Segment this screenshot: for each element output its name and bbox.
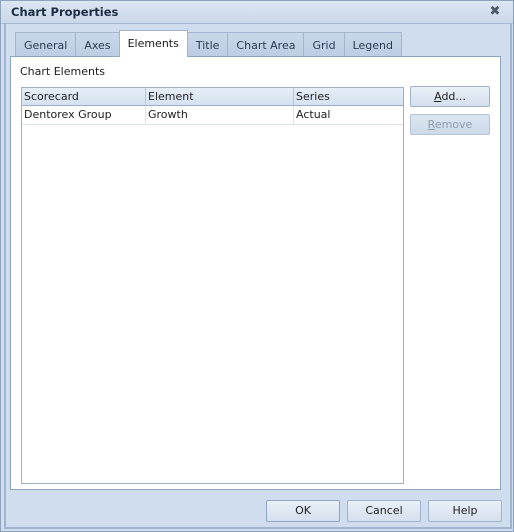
cell-element: Growth	[146, 106, 294, 124]
grid-header: Scorecard Element Series	[22, 88, 403, 106]
chart-properties-dialog: Chart Properties ✖ General Axes Elements…	[0, 0, 514, 532]
tab-grid[interactable]: Grid	[303, 32, 344, 57]
cell-scorecard: Dentorex Group	[22, 106, 146, 124]
column-header-series[interactable]: Series	[294, 88, 401, 105]
cell-series: Actual	[296, 108, 331, 121]
tab-chart-area[interactable]: Chart Area	[227, 32, 304, 57]
column-header-scorecard[interactable]: Scorecard	[22, 88, 146, 105]
tab-strip: General Axes Elements Title Chart Area G…	[15, 30, 402, 57]
add-label: dd...	[441, 90, 466, 103]
title-bar: Chart Properties ✖	[1, 1, 513, 24]
column-header-element[interactable]: Element	[146, 88, 294, 105]
help-button[interactable]: Help	[428, 500, 502, 522]
chart-elements-grid[interactable]: Scorecard Element Series Dentorex Group …	[21, 87, 404, 484]
tab-axes[interactable]: Axes	[75, 32, 119, 57]
tab-title[interactable]: Title	[187, 32, 228, 57]
dialog-title: Chart Properties	[11, 5, 119, 19]
remove-accel: R	[427, 118, 435, 131]
close-icon[interactable]: ✖	[487, 4, 503, 20]
elements-tab-panel: Chart Elements Scorecard Element Series …	[10, 56, 501, 490]
tab-legend[interactable]: Legend	[343, 32, 402, 57]
table-row[interactable]: Dentorex Group Growth Actual	[22, 106, 403, 125]
tab-general[interactable]: General	[15, 32, 76, 57]
remove-button[interactable]: Remove	[410, 114, 490, 135]
remove-label: emove	[434, 118, 473, 131]
ok-button[interactable]: OK	[266, 500, 340, 522]
add-button[interactable]: Add...	[410, 86, 490, 107]
tab-elements[interactable]: Elements	[118, 30, 188, 57]
chart-elements-label: Chart Elements	[20, 65, 105, 78]
cancel-button[interactable]: Cancel	[347, 500, 421, 522]
